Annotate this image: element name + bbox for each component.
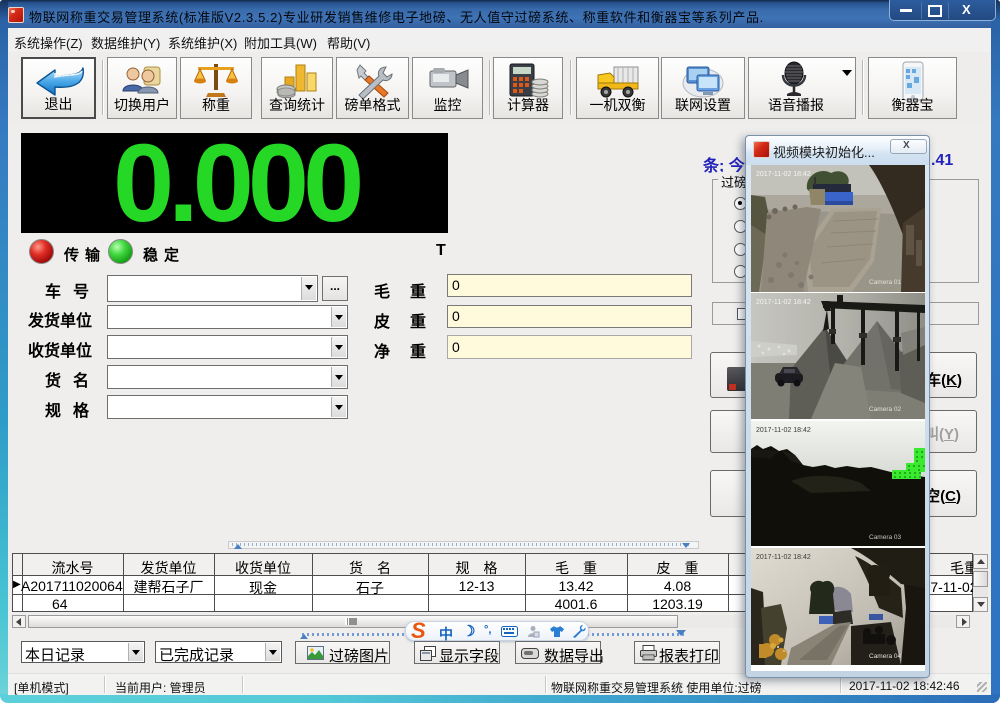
svg-text:Camera 01: Camera 01	[869, 279, 902, 286]
svg-text:Camera 02: Camera 02	[869, 406, 902, 413]
svg-text:2017-11-02 18:42: 2017-11-02 18:42	[756, 427, 811, 434]
svg-text:2017-11-02 18:42: 2017-11-02 18:42	[756, 299, 811, 306]
svg-text:2017-11-02 18:42: 2017-11-02 18:42	[756, 171, 811, 178]
svg-text:2017-11-02 18:42: 2017-11-02 18:42	[756, 554, 811, 561]
svg-text:Camera 04: Camera 04	[869, 653, 902, 660]
svg-text:Camera 03: Camera 03	[869, 534, 902, 541]
